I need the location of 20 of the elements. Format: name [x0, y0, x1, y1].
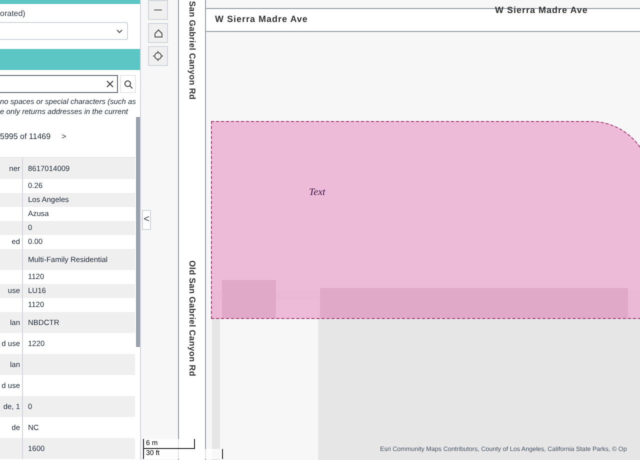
chevron-down-icon	[116, 28, 123, 34]
home-icon	[154, 28, 162, 38]
search-icon	[124, 80, 132, 88]
locate-button[interactable]	[148, 46, 168, 66]
minus-icon	[154, 9, 162, 11]
road-label: W Sierra Madre Ave	[495, 4, 588, 17]
road-label: W Sierra Madre Ave	[215, 13, 308, 26]
collapse-toggle[interactable]: <	[142, 210, 151, 230]
scrollbar-thumb[interactable]	[136, 117, 140, 347]
clear-icon[interactable]	[106, 80, 114, 88]
page-count: 5995 of 11469	[0, 131, 51, 143]
search-field[interactable]	[0, 75, 118, 93]
home-button[interactable]	[148, 23, 168, 43]
search-button[interactable]	[120, 75, 136, 93]
road-label: Old San Gabriel Canyon Rd	[186, 260, 198, 376]
road-label: San Gabriel Canyon Rd	[186, 0, 198, 100]
next-page-link[interactable]: >	[60, 131, 68, 143]
crosshair-icon	[153, 51, 163, 61]
parcel-label: Text	[309, 186, 326, 200]
dropdown-label: orated)	[0, 9, 26, 19]
